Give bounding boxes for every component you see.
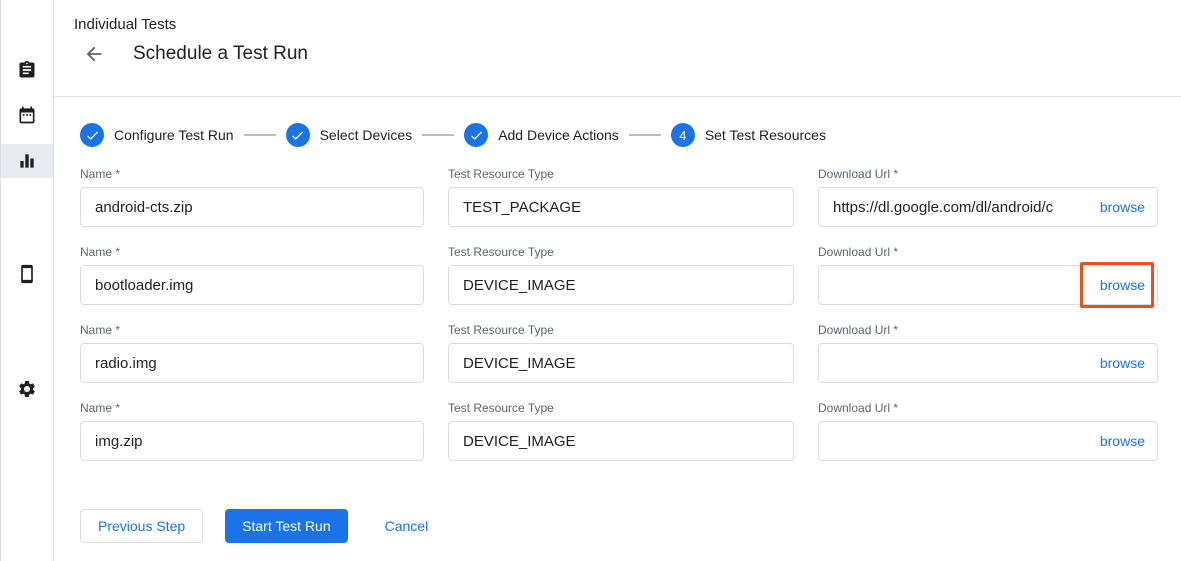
calendar-icon: [17, 105, 37, 125]
sidebar-item-plans[interactable]: [1, 98, 53, 132]
step-label: Select Devices: [320, 127, 413, 143]
name-label: Name *: [80, 323, 424, 337]
phone-icon: [17, 264, 37, 284]
sidebar-item-tests[interactable]: [1, 53, 53, 87]
resource-type-input[interactable]: [463, 355, 779, 372]
check-icon: [469, 128, 484, 143]
gear-icon: [17, 379, 37, 399]
main-content: Individual Tests Schedule a Test Run Con…: [54, 0, 1181, 561]
test-resources-form: Name * Test Resource Type Download Url *…: [80, 167, 1181, 461]
url-label: Download Url *: [818, 323, 1158, 337]
resource-row: Name * Test Resource Type Download Url *…: [80, 323, 1181, 383]
bar-chart-icon: [17, 151, 37, 171]
name-label: Name *: [80, 401, 424, 415]
cancel-button[interactable]: Cancel: [385, 518, 429, 534]
name-input[interactable]: [95, 355, 409, 372]
name-input[interactable]: [95, 433, 409, 450]
name-label: Name *: [80, 167, 424, 181]
clipboard-icon: [17, 60, 37, 80]
resource-row: Name * Test Resource Type Download Url *…: [80, 401, 1181, 461]
download-url-input[interactable]: [833, 199, 1090, 216]
check-icon: [85, 128, 100, 143]
step-configure-test-run[interactable]: Configure Test Run: [80, 123, 234, 147]
sidebar-item-devices[interactable]: [1, 257, 53, 291]
download-url-input[interactable]: [833, 433, 1090, 450]
type-label: Test Resource Type: [448, 167, 794, 181]
url-label: Download Url *: [818, 401, 1158, 415]
previous-step-button[interactable]: Previous Step: [80, 509, 203, 543]
download-url-input[interactable]: [833, 355, 1090, 372]
sidebar: [0, 0, 54, 561]
sidebar-item-results[interactable]: [1, 144, 53, 178]
name-label: Name *: [80, 245, 424, 259]
download-url-input[interactable]: [833, 277, 1090, 294]
type-label: Test Resource Type: [448, 245, 794, 259]
step-connector: [244, 134, 276, 136]
name-input[interactable]: [95, 199, 409, 216]
form-footer: Previous Step Start Test Run Cancel: [80, 509, 1181, 543]
step-label: Set Test Resources: [705, 127, 826, 143]
type-label: Test Resource Type: [448, 401, 794, 415]
browse-link[interactable]: browse: [1100, 433, 1145, 449]
step-set-test-resources[interactable]: 4 Set Test Resources: [671, 123, 826, 147]
resource-type-input[interactable]: [463, 199, 779, 216]
resource-type-input[interactable]: [463, 277, 779, 294]
page-title: Schedule a Test Run: [133, 43, 308, 65]
name-input[interactable]: [95, 277, 409, 294]
step-complete-circle: [464, 123, 488, 147]
step-label: Add Device Actions: [498, 127, 619, 143]
url-label: Download Url *: [818, 245, 1158, 259]
step-add-device-actions[interactable]: Add Device Actions: [464, 123, 619, 147]
browse-link[interactable]: browse: [1100, 199, 1145, 215]
resource-row: Name * Test Resource Type Download Url *…: [80, 167, 1181, 227]
arrow-back-icon: [83, 43, 105, 65]
check-icon: [290, 128, 305, 143]
resource-row: Name * Test Resource Type Download Url *…: [80, 245, 1181, 305]
resource-type-input[interactable]: [463, 433, 779, 450]
start-test-run-button[interactable]: Start Test Run: [225, 509, 347, 543]
step-connector: [422, 134, 454, 136]
type-label: Test Resource Type: [448, 323, 794, 337]
breadcrumb: Individual Tests: [74, 16, 1181, 33]
browse-link[interactable]: browse: [1100, 355, 1145, 371]
step-select-devices[interactable]: Select Devices: [286, 123, 413, 147]
step-connector: [629, 134, 661, 136]
back-button[interactable]: [81, 41, 107, 67]
app-window: Individual Tests Schedule a Test Run Con…: [0, 0, 1181, 561]
browse-link[interactable]: browse: [1100, 277, 1145, 293]
stepper: Configure Test Run Select Devices Add De…: [80, 123, 1181, 147]
url-label: Download Url *: [818, 167, 1158, 181]
page-header: Individual Tests Schedule a Test Run: [54, 0, 1181, 97]
step-label: Configure Test Run: [114, 127, 234, 143]
sidebar-item-settings[interactable]: [1, 372, 53, 406]
step-number-circle: 4: [671, 123, 695, 147]
step-complete-circle: [286, 123, 310, 147]
step-complete-circle: [80, 123, 104, 147]
